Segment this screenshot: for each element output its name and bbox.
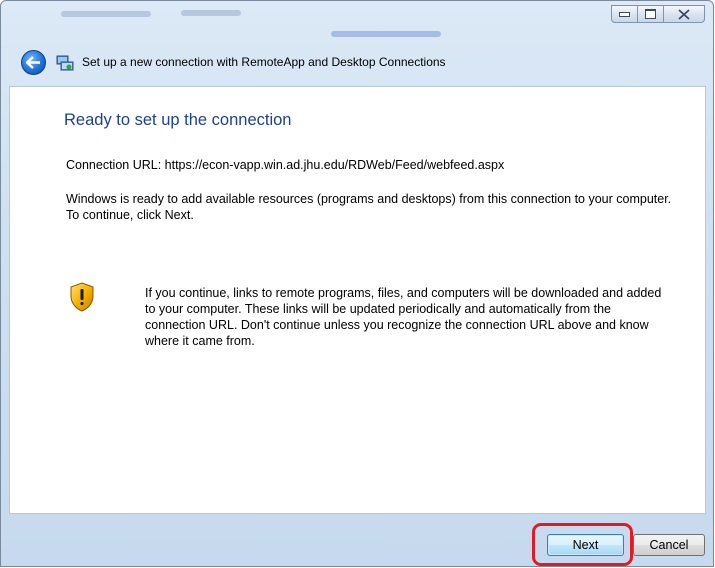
back-button[interactable]: [21, 50, 46, 75]
maximize-icon: [645, 9, 656, 19]
blurred-title-fragment: [61, 11, 151, 17]
close-button[interactable]: [663, 5, 705, 23]
blurred-title-fragment: [331, 31, 441, 37]
maximize-button[interactable]: [637, 5, 663, 23]
remoteapp-icon: [56, 55, 74, 71]
content-panel: Ready to set up the connection Connectio…: [9, 86, 706, 514]
close-icon: [678, 8, 690, 20]
page-heading: Ready to set up the connection: [64, 111, 292, 129]
back-arrow-icon: [26, 56, 40, 69]
next-button[interactable]: Next: [547, 534, 624, 556]
window-title: Set up a new connection with RemoteApp a…: [82, 55, 446, 69]
security-shield-icon: [70, 282, 94, 312]
security-warning-text: If you continue, links to remote program…: [145, 286, 662, 348]
cancel-button[interactable]: Cancel: [633, 534, 705, 556]
ready-description: Windows is ready to add available resour…: [66, 192, 672, 222]
wizard-header: Set up a new connection with RemoteApp a…: [1, 47, 713, 79]
blurred-title-fragment: [181, 10, 241, 16]
minimize-icon: [619, 11, 630, 17]
wizard-window: Set up a new connection with RemoteApp a…: [0, 0, 714, 567]
title-bar[interactable]: [1, 1, 713, 41]
connection-url-text: Connection URL: https://econ-vapp.win.ad…: [66, 158, 505, 172]
minimize-button[interactable]: [611, 5, 637, 23]
button-bar: Next Cancel: [1, 521, 713, 566]
caption-buttons: [611, 5, 705, 23]
